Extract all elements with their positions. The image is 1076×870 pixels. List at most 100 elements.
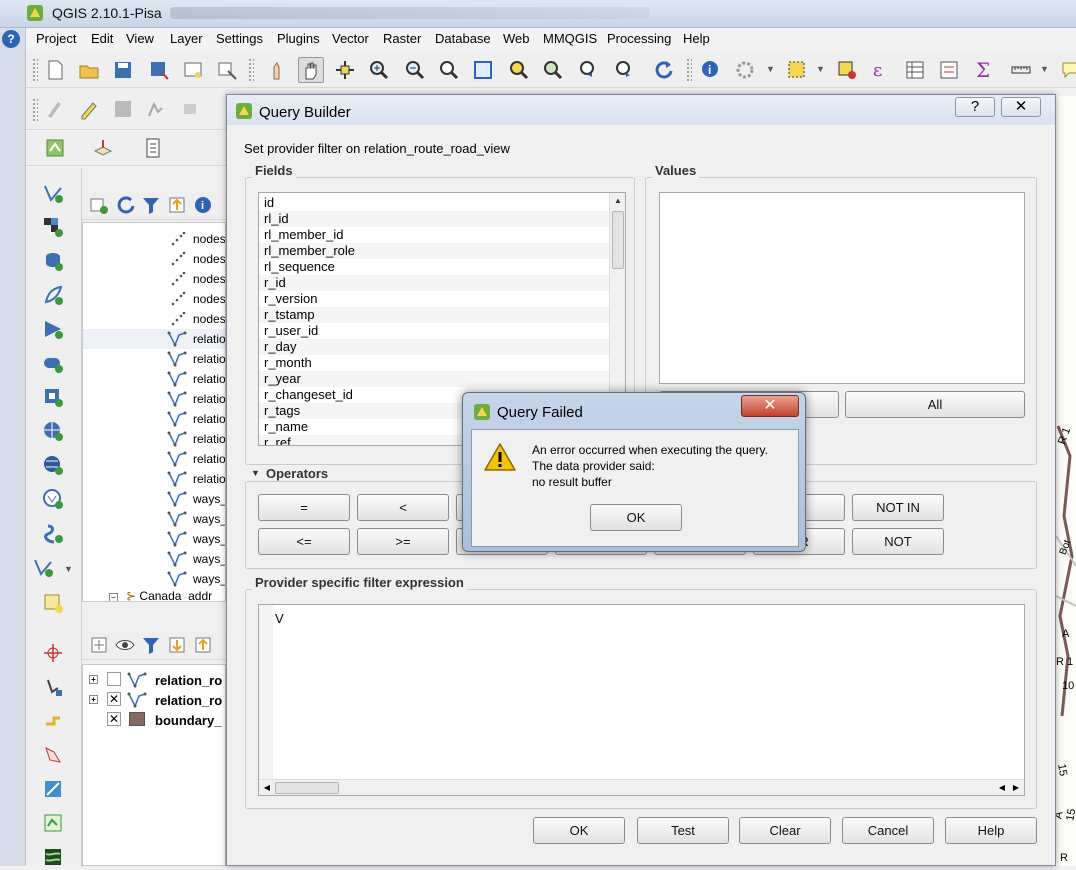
text-annotation-icon[interactable]: [140, 135, 166, 161]
node-tool-icon[interactable]: [40, 674, 66, 700]
field-item[interactable]: r_tstamp: [259, 307, 609, 323]
ok-button[interactable]: OK: [590, 504, 682, 531]
expand-all-icon[interactable]: [164, 192, 190, 218]
field-item[interactable]: r_id: [259, 275, 609, 291]
openlayers-plugin-icon[interactable]: [42, 135, 68, 161]
zoom-actual-size-icon[interactable]: [436, 57, 462, 83]
whats-this-help-icon[interactable]: ?: [2, 30, 20, 48]
touch-pan-icon[interactable]: [264, 57, 290, 83]
save-as-icon[interactable]: [146, 57, 172, 83]
layer-visibility-checkbox[interactable]: [107, 672, 121, 686]
zoom-in-icon[interactable]: [366, 57, 392, 83]
layer-row[interactable]: relatio: [83, 429, 225, 449]
menu-processing[interactable]: Processing: [607, 31, 671, 46]
close-title-button[interactable]: ✕: [1001, 97, 1041, 117]
refresh-icon[interactable]: [650, 57, 676, 83]
zoom-to-selection-icon[interactable]: [506, 57, 532, 83]
help-title-button[interactable]: ?: [955, 97, 995, 117]
add-oracle-layer-icon[interactable]: [40, 350, 66, 376]
operator-button[interactable]: NOT IN: [852, 494, 944, 521]
operator-button[interactable]: =: [258, 494, 350, 521]
attribute-table-icon[interactable]: [902, 57, 928, 83]
filter-order-icon[interactable]: [138, 632, 164, 658]
filter-expression-editor[interactable]: V ◀ ◀ ▶: [258, 604, 1025, 796]
menu-layer[interactable]: Layer: [170, 31, 203, 46]
menu-database[interactable]: Database: [435, 31, 491, 46]
field-item[interactable]: r_year: [259, 371, 609, 387]
crosshair-icon[interactable]: [40, 640, 66, 666]
add-vector-layer-icon[interactable]: [40, 180, 66, 206]
zoom-out-icon[interactable]: [402, 57, 428, 83]
open-project-icon[interactable]: [76, 57, 102, 83]
menu-help[interactable]: Help: [683, 31, 710, 46]
measure-line-icon[interactable]: [1008, 57, 1034, 83]
chevron-down-icon[interactable]: ▼: [64, 564, 73, 574]
scroll-left-icon[interactable]: ◀: [261, 782, 273, 794]
add-postgis-layer-icon[interactable]: [40, 248, 66, 274]
zoom-last-icon[interactable]: [576, 57, 602, 83]
chevron-down-icon[interactable]: ▼: [1040, 64, 1049, 74]
menu-raster[interactable]: Raster: [383, 31, 421, 46]
help-button[interactable]: Help: [945, 817, 1037, 844]
layer-order-row[interactable]: + relation_ro: [83, 670, 227, 690]
zoom-full-icon[interactable]: [470, 57, 496, 83]
close-button[interactable]: ✕: [741, 395, 799, 417]
layer-row[interactable]: relatio: [83, 329, 225, 349]
add-spatialite-layer-icon[interactable]: [40, 282, 66, 308]
georeferencer-icon[interactable]: [90, 135, 116, 161]
field-item[interactable]: r_day: [259, 339, 609, 355]
values-list[interactable]: [659, 192, 1025, 384]
save-edits-icon[interactable]: [110, 96, 136, 122]
layer-order-row[interactable]: + ✕ relation_ro: [83, 690, 227, 710]
field-item[interactable]: rl_member_role: [259, 243, 609, 259]
layer-row[interactable]: nodes: [83, 269, 225, 289]
layer-row[interactable]: ways_: [83, 509, 225, 529]
menu-mmqgis[interactable]: MMQGIS: [543, 31, 597, 46]
zoom-to-layer-icon[interactable]: [540, 57, 566, 83]
layer-row[interactable]: relatio: [83, 389, 225, 409]
scroll-thumb[interactable]: [612, 211, 624, 269]
run-feature-action-icon[interactable]: [732, 57, 758, 83]
select-by-expression-icon[interactable]: ε: [868, 57, 894, 83]
add-raster-layer-icon[interactable]: [40, 214, 66, 240]
scroll-right-icon[interactable]: ▶: [1010, 782, 1022, 794]
raster-tool-icon[interactable]: [40, 844, 66, 870]
add-feature-icon[interactable]: [144, 96, 170, 122]
offset-curve-icon[interactable]: [40, 708, 66, 734]
query-builder-titlebar[interactable]: Query Builder ? ✕: [227, 95, 1055, 125]
move-up-icon[interactable]: [190, 632, 216, 658]
add-mssql-layer-icon[interactable]: [40, 316, 66, 342]
new-project-icon[interactable]: [42, 57, 68, 83]
field-item[interactable]: r_month: [259, 355, 609, 371]
field-item[interactable]: rl_sequence: [259, 259, 609, 275]
zoom-next-icon[interactable]: [612, 57, 638, 83]
field-item[interactable]: rl_member_id: [259, 227, 609, 243]
operator-button[interactable]: >=: [357, 528, 449, 555]
expression-hscrollbar[interactable]: ◀ ◀ ▶: [259, 779, 1024, 795]
scroll-left-icon[interactable]: ◀: [996, 782, 1008, 794]
menu-project[interactable]: Project: [36, 31, 76, 46]
all-button[interactable]: All: [845, 391, 1025, 418]
pan-map-icon[interactable]: [298, 57, 324, 83]
layer-row[interactable]: relatio: [83, 449, 225, 469]
layer-row[interactable]: ways_: [83, 489, 225, 509]
measure-area-icon[interactable]: [40, 742, 66, 768]
layer-row[interactable]: relatio: [83, 369, 225, 389]
add-delimited-text-layer-icon[interactable]: [40, 520, 66, 546]
map-tips-icon[interactable]: [1058, 57, 1076, 83]
identify-features-icon[interactable]: i: [698, 57, 724, 83]
expand-icon[interactable]: +: [89, 695, 98, 704]
statistical-summary-icon[interactable]: Σ: [970, 57, 996, 83]
layer-visibility-checkbox[interactable]: ✕: [107, 692, 121, 706]
layer-group-row[interactable]: − ⊱ Canada_addr: [109, 589, 212, 601]
collapse-arrow-icon[interactable]: ▼: [251, 468, 260, 478]
menu-settings[interactable]: Settings: [216, 31, 263, 46]
move-down-icon[interactable]: [164, 632, 190, 658]
field-item[interactable]: r_user_id: [259, 323, 609, 339]
field-item[interactable]: id: [259, 195, 609, 211]
collapse-icon[interactable]: −: [109, 593, 118, 601]
layer-row[interactable]: nodes: [83, 289, 225, 309]
menu-edit[interactable]: Edit: [91, 31, 113, 46]
layer-style-icon[interactable]: [86, 632, 112, 658]
scroll-thumb[interactable]: [275, 782, 339, 794]
